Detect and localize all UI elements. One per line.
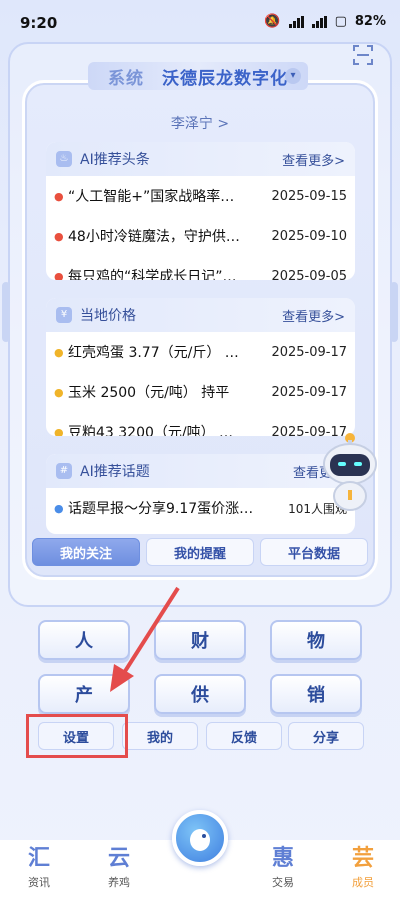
assistant-center-button[interactable] bbox=[172, 810, 228, 866]
cloud-icon: 云 bbox=[107, 846, 130, 871]
status-bar: 9:20 🔕 ▢ 82% bbox=[0, 0, 400, 44]
item-date: 2025-09-15 bbox=[271, 188, 347, 204]
members-icon: 芸 bbox=[351, 846, 374, 871]
news-more-link[interactable]: 查看更多> bbox=[282, 150, 345, 169]
mute-icon: 🔕 bbox=[264, 14, 281, 29]
share-button[interactable]: 分享 bbox=[288, 722, 364, 750]
list-item[interactable]: ● 48小时冷链魔法，守护供… 2025-09-10 bbox=[46, 216, 355, 256]
list-item[interactable]: ● 玉米 2500（元/吨） 持平 2025-09-17 bbox=[46, 372, 355, 412]
materials-button[interactable]: 物 bbox=[270, 620, 362, 660]
tab-my-reminders[interactable]: 我的提醒 bbox=[146, 538, 254, 566]
annotation-arrow-icon bbox=[110, 586, 180, 692]
user-name-link[interactable]: 李泽宁 > bbox=[0, 113, 400, 133]
my-button[interactable]: 我的 bbox=[122, 722, 198, 750]
news-card-title: AI推荐头条 bbox=[80, 152, 150, 168]
nav-raising[interactable]: 云 养鸡 bbox=[84, 846, 154, 890]
tab-my-follows[interactable]: 我的关注 bbox=[32, 538, 140, 566]
list-item[interactable]: ● 红壳鸡蛋 3.77（元/斤） … 2025-09-17 bbox=[46, 332, 355, 372]
org-selector[interactable]: 系统 沃德辰龙数字化 bbox=[88, 62, 308, 90]
item-text: 48小时冷链魔法，守护供… bbox=[68, 229, 240, 245]
price-card: ¥ 当地价格 查看更多> ● 红壳鸡蛋 3.77（元/斤） … 2025-09-… bbox=[46, 298, 355, 436]
system-label: 系统 bbox=[108, 68, 144, 89]
item-text: 话题早报～分享9.17蛋价涨… bbox=[68, 501, 254, 517]
topic-card-title: AI推荐话题 bbox=[80, 464, 150, 480]
status-icons: 🔕 ▢ 82% bbox=[264, 14, 386, 29]
sub-tab-bar: 我的关注 我的提醒 平台数据 bbox=[32, 538, 368, 566]
egg-icon: ● bbox=[54, 385, 64, 399]
signal-icon-2 bbox=[311, 15, 327, 28]
nav-trade[interactable]: 惠 交易 bbox=[248, 846, 318, 890]
trade-icon: 惠 bbox=[271, 846, 294, 871]
list-item[interactable]: ● 豆粕43 3200（元/吨） … 2025-09-17 bbox=[46, 412, 355, 437]
price-card-title: 当地价格 bbox=[80, 308, 136, 324]
price-card-header: ¥ 当地价格 查看更多> bbox=[46, 298, 355, 332]
egg-icon: ● bbox=[54, 425, 64, 437]
news-card-header: ♨ AI推荐头条 查看更多> bbox=[46, 142, 355, 176]
bullet-icon: ● bbox=[54, 501, 64, 515]
money-bag-icon: ¥ bbox=[56, 307, 72, 323]
status-time: 9:20 bbox=[20, 14, 58, 32]
scan-icon[interactable] bbox=[352, 44, 374, 66]
chick-icon bbox=[190, 829, 210, 851]
flame-icon: ♨ bbox=[56, 151, 72, 167]
item-text: 玉米 2500（元/吨） 持平 bbox=[68, 385, 230, 401]
nav-info[interactable]: 汇 资讯 bbox=[4, 846, 74, 890]
item-date: 2025-09-05 bbox=[271, 268, 347, 281]
signal-icon-1 bbox=[288, 15, 304, 28]
tab-platform-data[interactable]: 平台数据 bbox=[260, 538, 368, 566]
list-item[interactable]: ● “人工智能+”国家战略率… 2025-09-15 bbox=[46, 176, 355, 216]
item-date: 2025-09-17 bbox=[271, 344, 347, 360]
robot-mascot-icon[interactable] bbox=[318, 432, 382, 516]
nav-label: 资讯 bbox=[28, 876, 50, 889]
topic-card: # AI推荐话题 查看更多 ● 话题早报～分享9.17蛋价涨… 101人围观 bbox=[46, 454, 355, 534]
fire-icon: ● bbox=[54, 189, 64, 203]
fire-icon: ● bbox=[54, 229, 64, 243]
right-frame-tab bbox=[390, 282, 398, 342]
news-card: ♨ AI推荐头条 查看更多> ● “人工智能+”国家战略率… 2025-09-1… bbox=[46, 142, 355, 280]
egg-icon: ● bbox=[54, 345, 64, 359]
nav-label: 成员 bbox=[352, 876, 374, 889]
hashtag-icon: # bbox=[56, 463, 72, 479]
nav-label: 交易 bbox=[272, 876, 294, 889]
battery-level: 82% bbox=[354, 14, 386, 29]
sales-button[interactable]: 销 bbox=[270, 674, 362, 714]
fire-icon: ● bbox=[54, 269, 64, 281]
topic-card-header: # AI推荐话题 查看更多 bbox=[46, 454, 355, 488]
item-text: 红壳鸡蛋 3.77（元/斤） … bbox=[68, 345, 239, 361]
list-item[interactable]: ● 话题早报～分享9.17蛋价涨… 101人围观 bbox=[46, 488, 355, 528]
item-date: 2025-09-17 bbox=[271, 384, 347, 400]
annotation-highlight-box bbox=[26, 714, 128, 758]
info-icon: 汇 bbox=[27, 846, 50, 871]
org-name: 沃德辰龙数字化 bbox=[162, 68, 288, 89]
list-item[interactable]: ● 每只鸡的“科学成长日记”… 2025-09-05 bbox=[46, 256, 355, 281]
feedback-button[interactable]: 反馈 bbox=[206, 722, 282, 750]
chevron-down-icon[interactable]: ▾ bbox=[285, 68, 301, 84]
wifi-icon: ▢ bbox=[334, 14, 347, 29]
item-text: “人工智能+”国家战略率… bbox=[68, 189, 235, 205]
item-date: 2025-09-10 bbox=[271, 228, 347, 244]
nav-label: 养鸡 bbox=[108, 876, 130, 889]
left-frame-tab bbox=[2, 282, 10, 342]
price-more-link[interactable]: 查看更多> bbox=[282, 306, 345, 325]
item-text: 豆粕43 3200（元/吨） … bbox=[68, 425, 234, 436]
item-text: 每只鸡的“科学成长日记”… bbox=[68, 269, 237, 280]
nav-members[interactable]: 芸 成员 bbox=[328, 846, 398, 890]
